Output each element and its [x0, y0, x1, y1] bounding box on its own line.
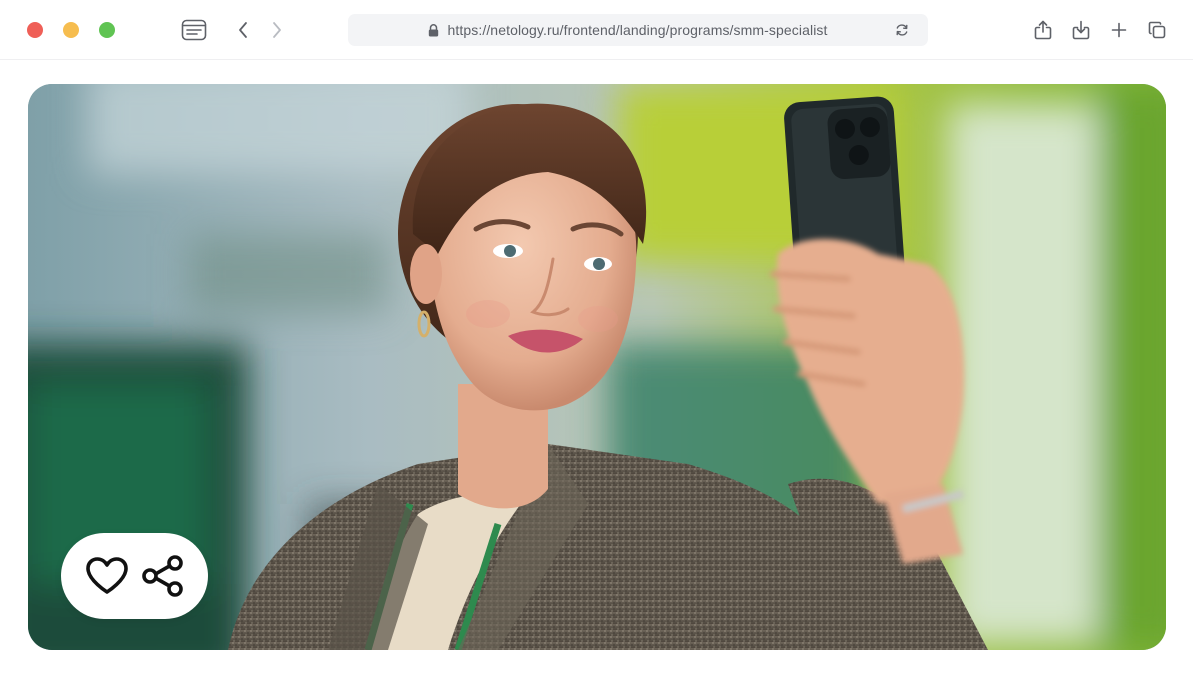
new-tab-button[interactable] — [1105, 16, 1133, 44]
hero-image — [28, 84, 1166, 650]
image-actions-pill — [61, 533, 208, 619]
share-button[interactable] — [1029, 16, 1057, 44]
reload-button[interactable] — [894, 22, 910, 38]
chevron-left-icon — [239, 22, 247, 38]
browser-toolbar: https://netology.ru/frontend/landing/pro… — [0, 0, 1193, 60]
download-icon — [1072, 20, 1090, 40]
window-minimize-button[interactable] — [63, 22, 79, 38]
reload-icon — [896, 24, 908, 36]
download-button[interactable] — [1067, 16, 1095, 44]
window-zoom-button[interactable] — [99, 22, 115, 38]
lock-icon — [429, 23, 439, 36]
reader-view-button[interactable] — [180, 16, 208, 44]
heart-icon — [85, 557, 128, 594]
address-bar[interactable]: https://netology.ru/frontend/landing/pro… — [348, 14, 928, 46]
forward-button[interactable] — [263, 16, 291, 44]
url-text: https://netology.ru/frontend/landing/pro… — [447, 22, 828, 38]
tabs-overview-button[interactable] — [1143, 16, 1171, 44]
reader-view-icon — [181, 19, 207, 41]
chevron-right-icon — [273, 22, 281, 38]
share-nodes-icon — [141, 555, 183, 597]
share-image-button[interactable] — [140, 553, 186, 599]
share-icon — [1034, 20, 1052, 40]
back-button[interactable] — [229, 16, 257, 44]
plus-icon — [1111, 22, 1127, 38]
tabs-overview-icon — [1148, 21, 1166, 39]
favorite-button[interactable] — [84, 553, 130, 599]
window-close-button[interactable] — [27, 22, 43, 38]
